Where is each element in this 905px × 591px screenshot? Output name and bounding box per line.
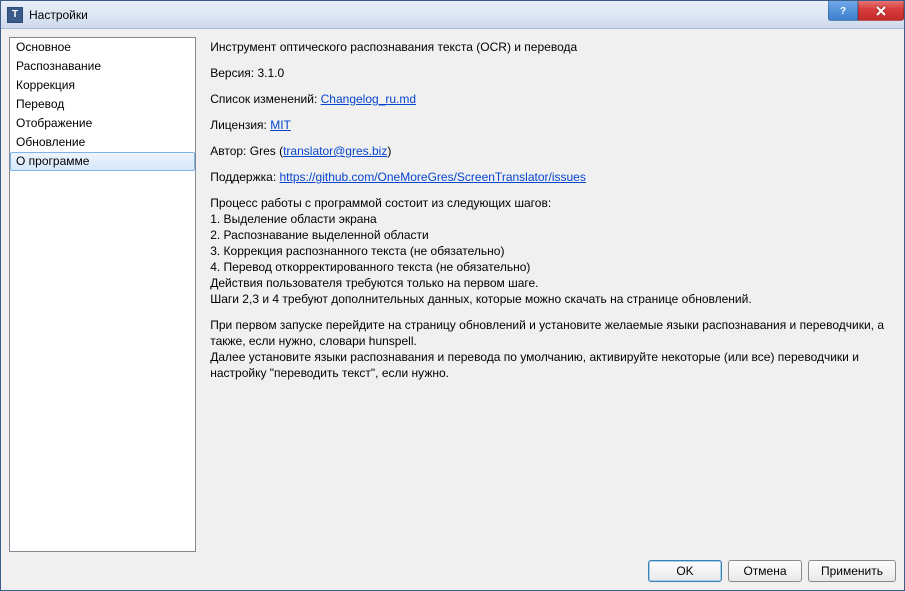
author-label: Автор: [210,144,246,158]
author-name: Gres [250,144,276,158]
about-support: Поддержка: https://github.com/OneMoreGre… [210,169,892,185]
sidebar-item-0[interactable]: Основное [10,38,195,57]
window-title: Настройки [29,8,88,22]
dialog-buttons: OK Отмена Применить [9,552,896,582]
about-version: Версия: 3.1.0 [210,65,892,81]
content: ОсновноеРаспознаваниеКоррекцияПереводОто… [9,37,896,552]
license-link[interactable]: MIT [270,118,291,132]
about-description: Инструмент оптического распознавания тек… [210,39,892,55]
about-steps: Процесс работы с программой состоит из с… [210,195,892,307]
titlebar: T Настройки ? [1,1,904,29]
sidebar-item-1[interactable]: Распознавание [10,57,195,76]
sidebar: ОсновноеРаспознаваниеКоррекцияПереводОто… [9,37,196,552]
sidebar-item-3[interactable]: Перевод [10,95,195,114]
settings-window: T Настройки ? ОсновноеРаспознаваниеКорре… [0,0,905,591]
app-icon: T [7,7,23,23]
about-license: Лицензия: MIT [210,117,892,133]
help-icon: ? [838,6,848,16]
ok-button[interactable]: OK [648,560,722,582]
close-icon [875,6,887,16]
changelog-label: Список изменений: [210,92,317,106]
sidebar-item-4[interactable]: Отображение [10,114,195,133]
author-email-link[interactable]: translator@gres.biz [283,144,387,158]
apply-button[interactable]: Применить [808,560,896,582]
cancel-button[interactable]: Отмена [728,560,802,582]
version-label: Версия: [210,66,254,80]
sidebar-item-2[interactable]: Коррекция [10,76,195,95]
version-value: 3.1.0 [257,66,284,80]
window-buttons: ? [828,1,904,21]
about-changelog: Список изменений: Changelog_ru.md [210,91,892,107]
about-first-run: При первом запуске перейдите на страницу… [210,317,892,381]
help-button[interactable]: ? [828,1,858,21]
about-page: Инструмент оптического распознавания тек… [206,37,896,552]
client-area: ОсновноеРаспознаваниеКоррекцияПереводОто… [1,29,904,590]
svg-text:?: ? [840,6,846,16]
sidebar-item-5[interactable]: Обновление [10,133,195,152]
support-link[interactable]: https://github.com/OneMoreGres/ScreenTra… [280,170,586,184]
close-button[interactable] [858,1,904,21]
sidebar-item-6[interactable]: О программе [10,152,195,171]
changelog-link[interactable]: Changelog_ru.md [321,92,416,106]
license-label: Лицензия: [210,118,267,132]
about-author: Автор: Gres (translator@gres.biz) [210,143,892,159]
support-label: Поддержка: [210,170,276,184]
